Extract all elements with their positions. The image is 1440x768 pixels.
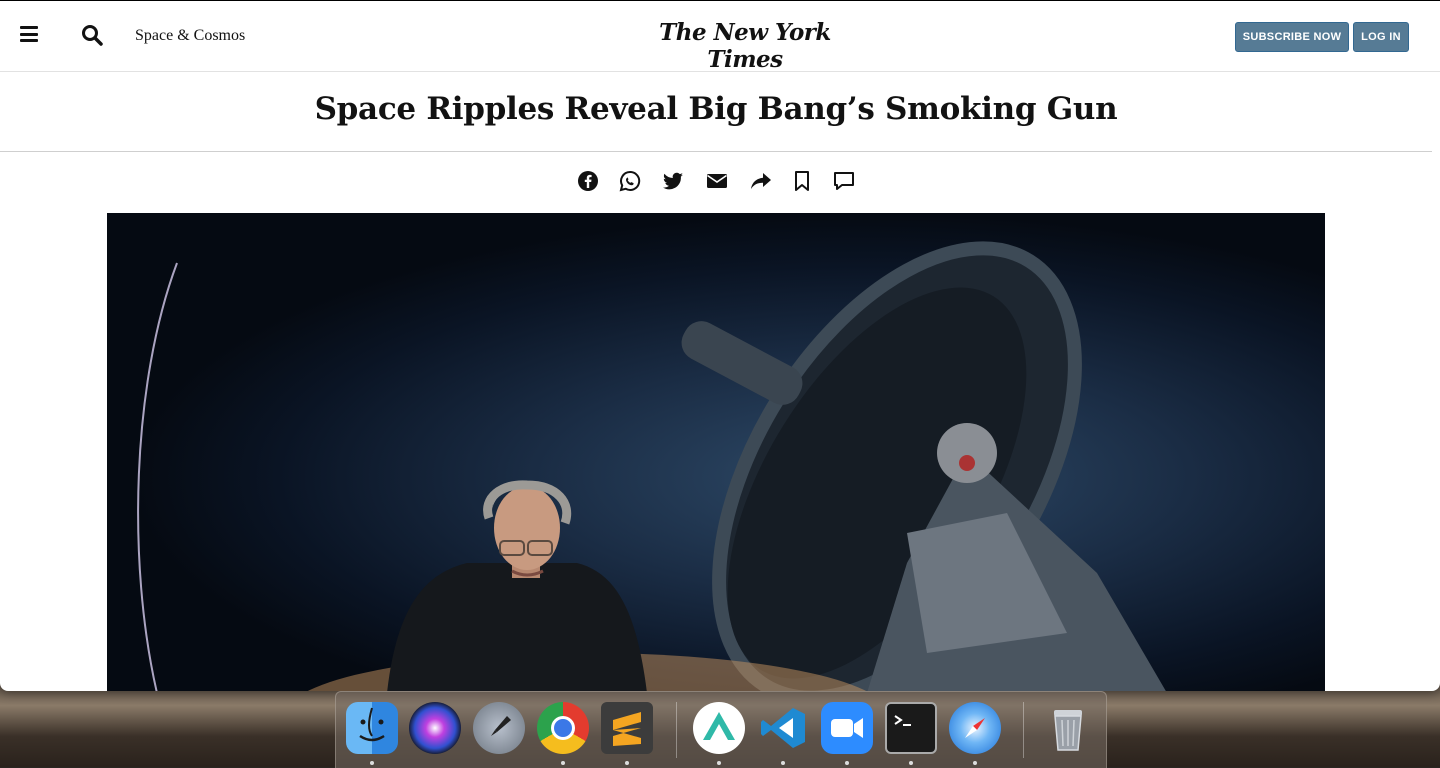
sublime-text-icon[interactable] <box>601 702 653 754</box>
subscribe-button[interactable]: SUBSCRIBE NOW <box>1235 22 1349 52</box>
email-icon[interactable] <box>705 169 729 193</box>
headline-container: Space Ripples Reveal Big Bang’s Smoking … <box>0 72 1432 152</box>
browser-window: Space & Cosmos The New York Times SUBSCR… <box>0 0 1440 691</box>
dock-separator <box>1023 702 1024 758</box>
running-indicator <box>845 761 849 765</box>
comment-icon[interactable] <box>832 169 856 193</box>
running-indicator <box>781 761 785 765</box>
vscode-icon[interactable] <box>757 702 809 754</box>
section-link[interactable]: Space & Cosmos <box>135 27 245 45</box>
article-headline: Space Ripples Reveal Big Bang’s Smoking … <box>314 91 1118 127</box>
nordvpn-icon[interactable] <box>693 702 745 754</box>
safari-icon[interactable] <box>949 702 1001 754</box>
siri-icon[interactable] <box>409 702 461 754</box>
macos-dock <box>335 691 1107 768</box>
whatsapp-icon[interactable] <box>618 169 642 193</box>
dock-separator <box>676 702 677 758</box>
hero-illustration <box>137 241 1166 691</box>
search-icon[interactable] <box>80 23 104 47</box>
finder-icon[interactable] <box>346 702 398 754</box>
hero-image <box>107 213 1325 691</box>
twitter-icon[interactable] <box>661 169 685 193</box>
chrome-icon[interactable] <box>537 702 589 754</box>
trash-icon[interactable] <box>1042 702 1094 754</box>
menu-icon[interactable] <box>20 26 38 42</box>
running-indicator <box>717 761 721 765</box>
share-toolbar <box>576 169 866 195</box>
facebook-icon[interactable] <box>576 169 600 193</box>
running-indicator <box>973 761 977 765</box>
running-indicator <box>370 761 374 765</box>
masthead: Space & Cosmos The New York Times SUBSCR… <box>0 1 1440 73</box>
zoom-icon[interactable] <box>821 702 873 754</box>
terminal-icon[interactable] <box>885 702 937 754</box>
running-indicator <box>561 761 565 765</box>
bookmark-icon[interactable] <box>790 169 814 193</box>
running-indicator <box>625 761 629 765</box>
login-button[interactable]: LOG IN <box>1353 22 1409 52</box>
share-icon[interactable] <box>749 169 773 193</box>
running-indicator <box>909 761 913 765</box>
launchpad-icon[interactable] <box>473 702 525 754</box>
nyt-logo[interactable]: The New York Times <box>620 19 870 73</box>
